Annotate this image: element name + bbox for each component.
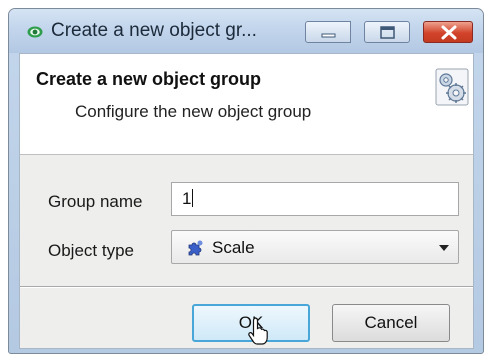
scale-puzzle-icon — [188, 240, 203, 256]
close-icon — [441, 25, 457, 40]
object-type-value: Scale — [212, 238, 255, 257]
app-eye-icon — [27, 26, 43, 38]
minimize-button[interactable] — [305, 21, 351, 43]
dialog-body: Create a new object group Configure the … — [19, 53, 474, 349]
group-name-input[interactable]: 1 — [171, 182, 459, 216]
header-title: Create a new object group — [36, 69, 262, 89]
header-subtitle: Configure the new object group — [75, 102, 312, 121]
dialog-window: Create a new object gr... Create a new o… — [8, 8, 484, 354]
minimize-icon — [321, 33, 336, 38]
object-type-label: Object type — [48, 241, 134, 260]
window-title: Create a new object gr... — [51, 20, 257, 41]
title-bar[interactable]: Create a new object gr... — [9, 9, 483, 53]
divider — [20, 286, 473, 288]
settings-gears-icon — [435, 68, 469, 106]
cancel-button[interactable]: Cancel — [332, 304, 450, 342]
hand-cursor-icon — [248, 317, 268, 345]
maximize-icon — [380, 26, 395, 39]
maximize-button[interactable] — [364, 21, 410, 43]
object-type-dropdown[interactable]: Scale — [171, 230, 459, 264]
chevron-down-icon — [439, 245, 449, 251]
dialog-header: Create a new object group Configure the … — [20, 54, 473, 155]
group-name-value: 1 — [182, 189, 192, 208]
group-name-label: Group name — [48, 192, 143, 211]
text-caret — [192, 189, 194, 207]
close-button[interactable] — [423, 21, 473, 43]
